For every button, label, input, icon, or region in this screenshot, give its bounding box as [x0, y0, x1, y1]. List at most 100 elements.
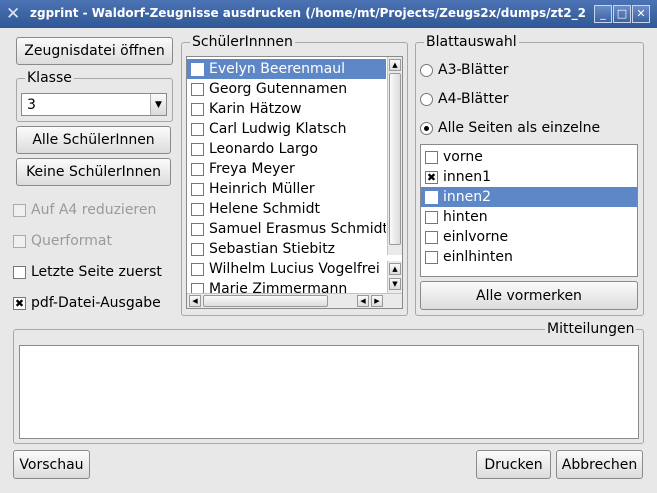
title-bar[interactable]: ✕ zgprint - Waldorf-Zeugnisse ausdrucken… — [0, 0, 657, 28]
list-item-label: Karin Hätzow — [209, 101, 302, 117]
list-item[interactable]: Heinrich Müller — [187, 179, 386, 199]
list-item[interactable]: ✖ innen2 — [421, 187, 637, 207]
minimize-button[interactable]: _ — [594, 5, 612, 23]
scroll-right-icon[interactable]: ▶ — [371, 295, 383, 307]
scroll-left-icon[interactable]: ◀ — [357, 295, 369, 307]
list-item[interactable]: hinten — [421, 207, 637, 227]
list-item[interactable]: Wilhelm Lucius Vogelfrei — [187, 259, 386, 279]
scrollbar-thumb[interactable] — [203, 295, 328, 307]
students-vscrollbar-lower[interactable]: ▲ ▼ — [387, 261, 402, 293]
list-item-label: Wilhelm Lucius Vogelfrei — [209, 261, 380, 277]
scroll-up-icon[interactable]: ▲ — [389, 59, 401, 71]
list-item[interactable]: Carl Ludwig Klatsch — [187, 119, 386, 139]
checkbox-icon[interactable] — [425, 210, 438, 224]
klasse-value: 3 — [27, 97, 36, 113]
checkbox-icon[interactable] — [191, 222, 204, 236]
klasse-select[interactable]: 3 ▼ — [21, 93, 167, 116]
list-item-label: Heinrich Müller — [209, 181, 315, 197]
chevron-down-icon[interactable]: ▼ — [150, 94, 166, 115]
page-mode-radio[interactable]: Alle Seiten als einzelne — [420, 118, 600, 138]
checkbox-icon[interactable] — [191, 162, 204, 176]
checkbox-icon[interactable] — [191, 102, 204, 116]
list-item[interactable]: Samuel Erasmus Schmidt — [187, 219, 386, 239]
scroll-up-icon[interactable]: ▲ — [389, 263, 401, 275]
checkbox-checked-icon[interactable]: ✖ — [191, 62, 204, 76]
list-item[interactable]: Leonardo Largo — [187, 139, 386, 159]
option-reduce-a4[interactable]: Auf A4 reduzieren — [13, 200, 156, 220]
print-button[interactable]: Drucken — [476, 450, 551, 479]
list-item-label: Samuel Erasmus Schmidt — [209, 221, 386, 237]
option-pdf-output[interactable]: ✖ pdf-Datei-Ausgabe — [13, 293, 161, 313]
list-item-label: Helene Schmidt — [209, 201, 320, 217]
select-no-students-button[interactable]: Keine SchülerInnen — [16, 158, 171, 186]
option-label: Querformat — [31, 233, 112, 249]
klasse-label: Klasse — [25, 69, 74, 87]
option-label: Auf A4 reduzieren — [31, 202, 157, 218]
list-item[interactable]: Karin Hätzow — [187, 99, 386, 119]
list-item-label: Sebastian Stiebitz — [209, 241, 336, 257]
page-mode-radio[interactable]: A4-Blätter — [420, 89, 508, 109]
list-item[interactable]: vorne — [421, 147, 637, 167]
checkbox-checked-icon[interactable]: ✖ — [425, 170, 438, 184]
checkbox-icon[interactable] — [425, 230, 438, 244]
list-item[interactable]: einlhinten — [421, 247, 637, 267]
students-vscrollbar[interactable]: ▲ — [387, 57, 402, 255]
checkbox-icon[interactable] — [191, 242, 204, 256]
checkbox-icon[interactable] — [191, 182, 204, 196]
scrollbar-thumb[interactable] — [389, 73, 401, 245]
pages-list[interactable]: vorne ✖ innen1 ✖ innen2 hinten einlvorne einlhi… — [420, 144, 638, 277]
option-last-page-first[interactable]: Letzte Seite zuerst — [13, 262, 162, 282]
list-item-label: vorne — [443, 149, 483, 165]
checkbox-icon — [13, 265, 26, 279]
list-item[interactable]: einlvorne — [421, 227, 637, 247]
list-item-label: Freya Meyer — [209, 161, 295, 177]
maximize-button[interactable]: □ — [613, 5, 631, 23]
messages-textarea[interactable] — [19, 345, 639, 439]
pages-group-label: Blattauswahl — [424, 33, 519, 51]
checkbox-icon[interactable] — [191, 122, 204, 136]
app-x-icon: ✕ — [6, 4, 21, 24]
window-title: zgprint - Waldorf-Zeugnisse ausdrucken (… — [30, 6, 585, 20]
checkbox-icon[interactable] — [191, 82, 204, 96]
list-item-label: Leonardo Largo — [209, 141, 318, 157]
list-item[interactable]: ✖ Evelyn Beerenmaul — [187, 59, 386, 79]
checkbox-icon[interactable] — [425, 250, 438, 264]
open-report-file-button[interactable]: Zeugnisdatei öffnen — [16, 37, 173, 65]
scroll-left-icon[interactable]: ◀ — [189, 295, 201, 307]
checkbox-icon — [13, 203, 26, 217]
checkbox-icon — [13, 234, 26, 248]
list-item[interactable]: Sebastian Stiebitz — [187, 239, 386, 259]
checkbox-checked-icon[interactable]: ✖ — [425, 190, 438, 204]
radio-label: A4-Blätter — [438, 91, 509, 107]
checkbox-icon[interactable] — [191, 202, 204, 216]
cancel-button[interactable]: Abbrechen — [556, 450, 643, 479]
page-mode-radio[interactable]: A3-Blätter — [420, 60, 508, 80]
checkbox-icon[interactable] — [191, 142, 204, 156]
preview-button[interactable]: Vorschau — [13, 450, 90, 479]
zgprint-window: ✕ zgprint - Waldorf-Zeugnisse ausdrucken… — [0, 0, 657, 493]
list-item[interactable]: ✖ innen1 — [421, 167, 637, 187]
radio-icon[interactable] — [420, 92, 433, 106]
select-all-students-button[interactable]: Alle SchülerInnen — [16, 126, 171, 154]
list-item-label: Carl Ludwig Klatsch — [209, 121, 347, 137]
list-item[interactable]: Freya Meyer — [187, 159, 386, 179]
students-hscrollbar[interactable]: ◀ ◀ ▶ — [187, 293, 402, 308]
checkbox-icon[interactable] — [191, 262, 204, 276]
list-item[interactable]: Georg Gutennamen — [187, 79, 386, 99]
radio-icon[interactable] — [420, 63, 433, 77]
scroll-down-icon[interactable]: ▼ — [389, 278, 401, 290]
list-item-label: Evelyn Beerenmaul — [209, 61, 345, 77]
list-item-label: hinten — [443, 209, 488, 225]
radio-label: Alle Seiten als einzelne — [438, 120, 601, 136]
option-label: Letzte Seite zuerst — [31, 264, 162, 280]
list-item[interactable]: Helene Schmidt — [187, 199, 386, 219]
radio-selected-icon[interactable] — [420, 121, 433, 135]
option-label: pdf-Datei-Ausgabe — [31, 295, 161, 311]
close-button[interactable]: ✕ — [632, 5, 650, 23]
checkbox-icon[interactable] — [425, 150, 438, 164]
option-landscape[interactable]: Querformat — [13, 231, 112, 251]
radio-label: A3-Blätter — [438, 62, 509, 78]
list-item-label: einlhinten — [443, 249, 513, 265]
mark-all-button[interactable]: Alle vormerken — [420, 281, 638, 310]
students-list[interactable]: ✖ Evelyn Beerenmaul Georg Gutennamen Karin … — [186, 56, 403, 309]
